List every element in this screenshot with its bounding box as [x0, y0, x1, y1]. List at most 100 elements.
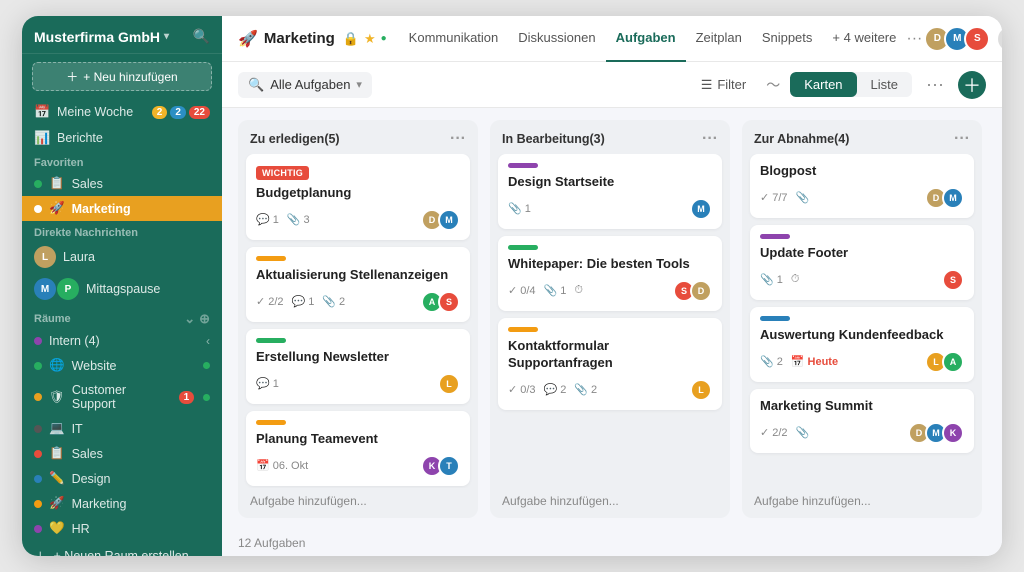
tab-diskussionen[interactable]: Diskussionen	[508, 16, 605, 62]
dot-icon	[34, 362, 42, 370]
add-member-button[interactable]: ＋	[998, 27, 1002, 51]
more-options-icon[interactable]: ···	[922, 70, 948, 99]
task-card[interactable]: Blogpost ✓7/7 📎 D M	[750, 154, 974, 218]
list-view-button[interactable]: Liste	[857, 72, 912, 97]
topbar-nav: Kommunikation Diskussionen Aufgaben Zeit…	[399, 16, 907, 62]
sidebar-item-design[interactable]: ✏️ Design	[22, 466, 222, 491]
card-tag-bar	[760, 234, 790, 239]
tab-snippets[interactable]: Snippets	[752, 16, 823, 62]
column-more-icon[interactable]: ···	[954, 130, 970, 148]
dot-icon	[34, 337, 42, 345]
tasks-filter-dropdown[interactable]: 🔍 Alle Aufgaben ▾	[238, 72, 372, 98]
lock-icon[interactable]: 🔒	[343, 31, 359, 47]
card-tag-bar	[508, 245, 538, 250]
task-card[interactable]: WICHTIG Budgetplanung 💬1 📎3 D M	[246, 154, 470, 240]
column-zur-abnahme: Zur Abnahme(4) ··· Blogpost ✓7/7 📎	[742, 120, 982, 518]
main-content: 🚀 Marketing 🔒 ★ ● Kommunikation Diskussi…	[222, 16, 1002, 556]
new-button[interactable]: ＋ + Neu hinzufügen	[32, 62, 212, 91]
filter-button[interactable]: ☰ Filter	[691, 72, 757, 98]
topbar-right: ··· D M S ＋	[906, 26, 1002, 52]
star-icon[interactable]: ★	[364, 31, 376, 47]
company-name[interactable]: Musterfirma GmbH ▾	[34, 29, 169, 45]
task-card[interactable]: Kontaktformular Supportanfragen ✓0/3 💬2 …	[498, 318, 722, 410]
sidebar-item-laura[interactable]: L Laura	[22, 241, 222, 273]
card-avatar: T	[438, 455, 460, 477]
column-header: Zur Abnahme(4) ···	[742, 120, 982, 154]
tab-zeitplan[interactable]: Zeitplan	[686, 16, 752, 62]
sidebar-item-meine-woche[interactable]: 📅 Meine Woche 2 2 22	[22, 99, 222, 125]
analytics-icon[interactable]: 〜	[766, 75, 780, 95]
chevron-left-icon: ‹	[206, 334, 210, 348]
card-title: Design Startseite	[508, 174, 712, 191]
card-avatar: K	[942, 422, 964, 444]
task-card[interactable]: Auswertung Kundenfeedback 📎2 📅Heute L A	[750, 307, 974, 382]
task-card[interactable]: Design Startseite 📎1 M	[498, 154, 722, 229]
member-avatar: S	[964, 26, 990, 52]
app-container: Musterfirma GmbH ▾ 🔍 ＋ + Neu hinzufügen …	[22, 16, 1002, 556]
sidebar-item-hr[interactable]: 💛 HR	[22, 516, 222, 541]
avatar: M	[34, 278, 56, 300]
column-zu-erledigen: Zu erledigen(5) ··· WICHTIG Budgetplanun…	[238, 120, 478, 518]
dot-icon	[34, 393, 42, 401]
task-card[interactable]: Erstellung Newsletter 💬1 L	[246, 329, 470, 404]
sidebar-new-room[interactable]: ＋ + Neuen Raum erstellen	[22, 541, 222, 556]
channel-name: Marketing	[264, 30, 335, 47]
tab-aufgaben[interactable]: Aufgaben	[606, 16, 686, 62]
kanban-board: Zu erledigen(5) ··· WICHTIG Budgetplanun…	[222, 108, 1002, 530]
task-card[interactable]: Whitepaper: Die besten Tools ✓0/4 📎1 ⏱ S…	[498, 236, 722, 311]
sidebar-item-mittagspause[interactable]: M P Mittagspause	[22, 273, 222, 305]
card-meta: ✓2/2 📎	[760, 426, 809, 439]
card-title: Budgetplanung	[256, 185, 460, 202]
add-room-icon[interactable]: ⊕	[199, 311, 210, 327]
add-task-link[interactable]: Aufgabe hinzufügen...	[746, 488, 978, 514]
sidebar-item-berichte[interactable]: 📊 Berichte	[22, 125, 222, 151]
task-card[interactable]: Marketing Summit ✓2/2 📎 D M K	[750, 389, 974, 453]
card-title: Erstellung Newsletter	[256, 349, 460, 366]
tag-wichtig: WICHTIG	[256, 166, 309, 180]
column-cards: Design Startseite 📎1 M	[490, 154, 730, 488]
sidebar-item-sales[interactable]: 📋 Sales	[22, 171, 222, 196]
sidebar-item-marketing2[interactable]: 🚀 Marketing	[22, 491, 222, 516]
sidebar-item-website[interactable]: 🌐 Website	[22, 353, 222, 378]
calendar-icon: 📅	[34, 104, 50, 120]
sidebar-item-it[interactable]: 💻 IT	[22, 416, 222, 441]
column-more-icon[interactable]: ···	[450, 130, 466, 148]
card-tag-bar	[256, 256, 286, 261]
chevron-down-icon[interactable]: ⌄	[184, 311, 195, 327]
sidebar: Musterfirma GmbH ▾ 🔍 ＋ + Neu hinzufügen …	[22, 16, 222, 556]
sidebar-item-intern[interactable]: Intern (4) ‹	[22, 329, 222, 353]
card-meta: 💬1 📎3	[256, 213, 310, 226]
sidebar-item-sales2[interactable]: 📋 Sales	[22, 441, 222, 466]
filter-icon: ☰	[701, 77, 713, 93]
card-avatar: S	[438, 291, 460, 313]
tab-kommunikation[interactable]: Kommunikation	[399, 16, 509, 62]
task-card[interactable]: Update Footer 📎1 ⏱ S	[750, 225, 974, 300]
card-meta: ✓0/3 💬2 📎2	[508, 383, 597, 396]
column-title: In Bearbeitung(3)	[502, 132, 605, 146]
favorites-label: Favoriten	[22, 151, 222, 171]
sidebar-emoji: 📋	[49, 176, 65, 191]
sidebar-item-customer-support[interactable]: 🛡 Customer Support 1	[22, 378, 222, 416]
card-meta: 📅06. Okt	[256, 459, 308, 472]
cards-view-button[interactable]: Karten	[790, 72, 856, 97]
topbar-avatars: D M S	[930, 26, 990, 52]
add-task-link[interactable]: Aufgabe hinzufügen...	[242, 488, 474, 514]
column-more-icon[interactable]: ···	[702, 130, 718, 148]
sidebar-item-marketing[interactable]: 🚀 Marketing	[22, 196, 222, 221]
card-title: Whitepaper: Die besten Tools	[508, 256, 712, 273]
card-meta: 📎1	[508, 202, 531, 215]
card-title: Marketing Summit	[760, 398, 964, 415]
task-card[interactable]: Aktualisierung Stellenanzeigen ✓2/2 💬1 📎…	[246, 247, 470, 322]
card-avatar: M	[690, 198, 712, 220]
card-tag-bar	[256, 338, 286, 343]
column-header: In Bearbeitung(3) ···	[490, 120, 730, 154]
search-icon[interactable]: 🔍	[193, 28, 210, 45]
add-task-button[interactable]: ＋	[958, 71, 986, 99]
add-task-link[interactable]: Aufgabe hinzufügen...	[494, 488, 726, 514]
task-card[interactable]: Planung Teamevent 📅06. Okt K T	[246, 411, 470, 486]
dot-icon	[34, 500, 42, 508]
more-icon[interactable]: ···	[906, 30, 922, 48]
tab-more[interactable]: + 4 weitere	[822, 16, 906, 62]
card-title: Planung Teamevent	[256, 431, 460, 448]
card-meta: ✓2/2 💬1 📎2	[256, 295, 345, 308]
